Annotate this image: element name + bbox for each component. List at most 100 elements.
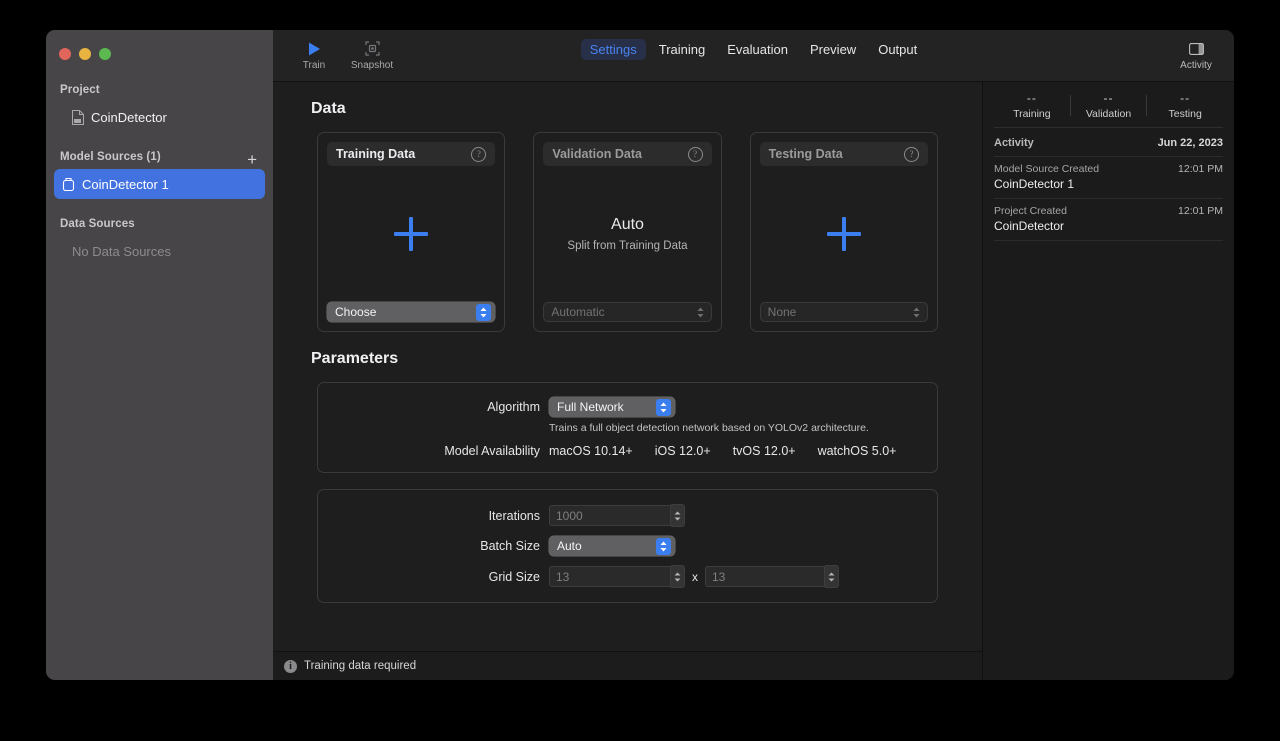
help-icon[interactable]: ? [687,146,703,162]
grid-size-height-stepper[interactable]: 13 [705,565,839,588]
validation-data-title: Validation Data [552,147,642,161]
window-controls [46,30,273,65]
activity-panel: -- Training -- Validation -- Testing Act… [982,82,1234,680]
tab-evaluation[interactable]: Evaluation [718,39,797,60]
sidebar-item-project[interactable]: CoinDetector [64,102,265,132]
chevron-updown-icon [476,303,492,321]
parameters-section-title: Parameters [311,350,399,367]
chevron-updown-icon [656,398,671,416]
sidebar-item-coindetector-1[interactable]: CoinDetector 1 [54,169,265,199]
validation-data-card-header: Validation Data ? [543,142,712,166]
validation-data-popup[interactable]: Automatic [543,302,712,322]
body-row: Data Training Data ? Choose Validation D… [273,82,1234,680]
snapshot-button[interactable]: Snapshot [343,40,401,71]
add-model-source-button[interactable]: + [247,151,257,168]
metric-validation-value: -- [1103,91,1114,105]
activity-event-name: CoinDetector 1 [994,177,1075,191]
training-param-box: Iterations 1000 Batch Size Auto Grid Siz… [317,489,938,603]
status-bar: i Training data required [273,651,982,680]
activity-event-row[interactable]: Model Source Created 12:01 PM CoinDetect… [994,156,1223,198]
metric-testing: -- Testing [1147,91,1223,120]
training-data-card[interactable]: Training Data ? Choose [317,132,506,332]
plus-icon[interactable] [826,217,861,251]
tab-bar: Settings Training Evaluation Preview Out… [273,39,1234,60]
minimize-button[interactable] [79,48,91,60]
grid-size-width-stepper-arrows[interactable] [671,565,685,588]
batch-size-label: Batch Size [480,539,540,553]
testing-data-card[interactable]: Testing Data ? None [749,132,938,332]
algorithm-row: Algorithm Full Network [318,397,937,417]
data-section-title: Data [311,100,346,117]
ml-document-icon [72,109,84,125]
batch-size-popup[interactable]: Auto [549,536,675,556]
availability-ios: iOS 12.0+ [654,444,711,458]
project-section-label: Project [60,84,100,96]
chevron-down-icon [674,517,681,520]
batch-size-row: Batch Size Auto [318,536,937,556]
grid-size-separator: x [692,569,698,584]
grid-size-height-input[interactable]: 13 [705,566,825,587]
left-sidebar: Project CoinDetector Model Sources (1) + [46,30,273,680]
activity-title: Activity [994,137,1034,149]
testing-data-popup-value: None [767,305,797,319]
algorithm-popup-value: Full Network [557,400,624,414]
zoom-button[interactable] [99,48,111,60]
model-source-name: CoinDetector 1 [82,176,169,192]
algorithm-popup[interactable]: Full Network [549,397,675,417]
availability-tvos: tvOS 12.0+ [732,444,796,458]
metric-validation: -- Validation [1071,91,1147,120]
desktop-background: Project CoinDetector Model Sources (1) + [0,0,1280,741]
activity-list-end-divider [994,240,1223,241]
activity-label: Activity [1180,60,1212,71]
tab-preview[interactable]: Preview [801,39,865,60]
close-button[interactable] [59,48,71,60]
algorithm-param-box: Algorithm Full Network Trains a full obj… [317,382,938,473]
activity-event-top: Model Source Created 12:01 PM [994,163,1223,175]
model-availability-row: Model Availability macOS 10.14+ iOS 12.0… [318,444,937,458]
data-sources-label: Data Sources [60,218,135,230]
metric-training-value: -- [1026,91,1037,105]
validation-auto-title: Auto [611,216,644,233]
project-name: CoinDetector [91,109,167,125]
tab-settings[interactable]: Settings [580,39,646,60]
validation-data-popup-value: Automatic [551,305,605,319]
activity-event-name: CoinDetector [994,219,1065,233]
testing-data-drop-area[interactable] [760,166,928,302]
algorithm-note: Trains a full object detection network b… [549,422,869,434]
activity-event-row[interactable]: Project Created 12:01 PM CoinDetector [994,198,1223,240]
grid-size-height-stepper-arrows[interactable] [825,565,839,588]
play-icon [308,40,321,57]
main-region: Train Snapshot Settings Training Evaluat… [273,30,1234,680]
train-button[interactable]: Train [285,40,343,71]
activity-toggle-button[interactable]: Activity [1170,40,1222,71]
tab-training[interactable]: Training [650,39,714,60]
training-data-popup[interactable]: Choose [327,302,496,322]
metric-training: -- Training [994,91,1070,120]
testing-data-popup[interactable]: None [759,302,928,322]
validation-data-card[interactable]: Validation Data ? Auto Split from Traini… [533,132,722,332]
tab-output[interactable]: Output [869,39,926,60]
activity-date: Jun 22, 2023 [1157,137,1223,149]
help-icon[interactable]: ? [471,146,487,162]
activity-event-kind: Model Source Created [994,163,1100,175]
grid-size-width-stepper[interactable]: 13 [549,565,685,588]
iterations-stepper[interactable]: 1000 [549,504,685,527]
iterations-input[interactable]: 1000 [549,505,671,526]
settings-scroll-area[interactable]: Data Training Data ? Choose Validation D… [273,82,982,651]
info-icon: i [284,659,297,673]
validation-auto-subtitle: Split from Training Data [567,240,688,252]
batch-size-popup-value: Auto [557,539,582,553]
settings-content: Data Training Data ? Choose Validation D… [273,82,982,680]
metric-testing-label: Testing [1168,108,1202,120]
chevron-updown-icon [909,304,924,321]
activity-header: Activity Jun 22, 2023 [994,128,1223,156]
model-source-icon [62,177,75,191]
testing-data-card-header: Testing Data ? [759,142,928,166]
help-icon[interactable]: ? [903,146,919,162]
model-sources-header: Model Sources (1) + [46,132,273,169]
iterations-stepper-arrows[interactable] [671,504,685,527]
grid-size-width-input[interactable]: 13 [549,566,671,587]
plus-icon[interactable] [394,217,429,251]
activity-event-kind: Project Created [994,205,1067,217]
training-data-drop-area[interactable] [327,166,495,302]
